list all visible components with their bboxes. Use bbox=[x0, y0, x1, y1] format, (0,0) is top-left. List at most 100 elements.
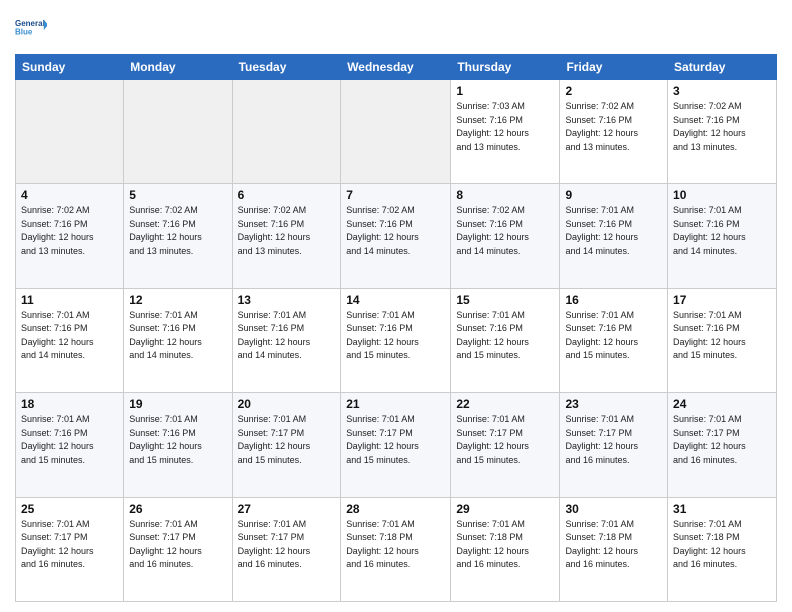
week-row-2: 4 Sunrise: 7:02 AM Sunset: 7:16 PM Daylig… bbox=[16, 184, 777, 288]
day-number: 31 bbox=[673, 502, 771, 516]
calendar-cell: 7 Sunrise: 7:02 AM Sunset: 7:16 PM Daylig… bbox=[341, 184, 451, 288]
day-number: 10 bbox=[673, 188, 771, 202]
day-info: Sunrise: 7:01 AM Sunset: 7:18 PM Dayligh… bbox=[346, 518, 445, 572]
day-number: 23 bbox=[565, 397, 662, 411]
calendar-cell: 28 Sunrise: 7:01 AM Sunset: 7:18 PM Dayli… bbox=[341, 497, 451, 601]
header-tuesday: Tuesday bbox=[232, 55, 341, 80]
calendar-cell: 30 Sunrise: 7:01 AM Sunset: 7:18 PM Dayli… bbox=[560, 497, 668, 601]
day-number: 24 bbox=[673, 397, 771, 411]
day-number: 18 bbox=[21, 397, 118, 411]
calendar-cell: 23 Sunrise: 7:01 AM Sunset: 7:17 PM Dayli… bbox=[560, 393, 668, 497]
day-number: 19 bbox=[129, 397, 226, 411]
header: General Blue bbox=[15, 10, 777, 46]
calendar-cell: 26 Sunrise: 7:01 AM Sunset: 7:17 PM Dayli… bbox=[124, 497, 232, 601]
header-monday: Monday bbox=[124, 55, 232, 80]
day-number: 17 bbox=[673, 293, 771, 307]
day-number: 27 bbox=[238, 502, 336, 516]
calendar-cell: 13 Sunrise: 7:01 AM Sunset: 7:16 PM Dayli… bbox=[232, 288, 341, 392]
day-number: 28 bbox=[346, 502, 445, 516]
calendar-cell: 6 Sunrise: 7:02 AM Sunset: 7:16 PM Daylig… bbox=[232, 184, 341, 288]
day-info: Sunrise: 7:01 AM Sunset: 7:18 PM Dayligh… bbox=[565, 518, 662, 572]
day-info: Sunrise: 7:01 AM Sunset: 7:16 PM Dayligh… bbox=[21, 413, 118, 467]
day-info: Sunrise: 7:02 AM Sunset: 7:16 PM Dayligh… bbox=[346, 204, 445, 258]
calendar-cell: 10 Sunrise: 7:01 AM Sunset: 7:16 PM Dayli… bbox=[668, 184, 777, 288]
day-number: 25 bbox=[21, 502, 118, 516]
day-info: Sunrise: 7:01 AM Sunset: 7:17 PM Dayligh… bbox=[21, 518, 118, 572]
day-info: Sunrise: 7:01 AM Sunset: 7:16 PM Dayligh… bbox=[565, 309, 662, 363]
day-info: Sunrise: 7:01 AM Sunset: 7:17 PM Dayligh… bbox=[456, 413, 554, 467]
calendar-cell: 25 Sunrise: 7:01 AM Sunset: 7:17 PM Dayli… bbox=[16, 497, 124, 601]
calendar-table: SundayMondayTuesdayWednesdayThursdayFrid… bbox=[15, 54, 777, 602]
day-number: 2 bbox=[565, 84, 662, 98]
day-info: Sunrise: 7:01 AM Sunset: 7:16 PM Dayligh… bbox=[346, 309, 445, 363]
day-info: Sunrise: 7:02 AM Sunset: 7:16 PM Dayligh… bbox=[456, 204, 554, 258]
header-friday: Friday bbox=[560, 55, 668, 80]
svg-text:Blue: Blue bbox=[15, 27, 33, 36]
day-number: 11 bbox=[21, 293, 118, 307]
week-row-1: 1 Sunrise: 7:03 AM Sunset: 7:16 PM Daylig… bbox=[16, 80, 777, 184]
svg-text:General: General bbox=[15, 19, 45, 28]
day-number: 29 bbox=[456, 502, 554, 516]
day-number: 6 bbox=[238, 188, 336, 202]
day-number: 22 bbox=[456, 397, 554, 411]
calendar-cell: 5 Sunrise: 7:02 AM Sunset: 7:16 PM Daylig… bbox=[124, 184, 232, 288]
header-saturday: Saturday bbox=[668, 55, 777, 80]
day-info: Sunrise: 7:01 AM Sunset: 7:16 PM Dayligh… bbox=[238, 309, 336, 363]
day-number: 20 bbox=[238, 397, 336, 411]
day-number: 30 bbox=[565, 502, 662, 516]
day-info: Sunrise: 7:03 AM Sunset: 7:16 PM Dayligh… bbox=[456, 100, 554, 154]
day-info: Sunrise: 7:02 AM Sunset: 7:16 PM Dayligh… bbox=[565, 100, 662, 154]
calendar-cell bbox=[124, 80, 232, 184]
week-row-5: 25 Sunrise: 7:01 AM Sunset: 7:17 PM Dayli… bbox=[16, 497, 777, 601]
calendar-cell: 21Sunrise: 7:01 AM Sunset: 7:17 PM Dayli… bbox=[341, 393, 451, 497]
day-number: 7 bbox=[346, 188, 445, 202]
calendar-cell bbox=[16, 80, 124, 184]
header-wednesday: Wednesday bbox=[341, 55, 451, 80]
calendar-cell: 20Sunrise: 7:01 AM Sunset: 7:17 PM Dayli… bbox=[232, 393, 341, 497]
calendar-cell: 14Sunrise: 7:01 AM Sunset: 7:16 PM Dayli… bbox=[341, 288, 451, 392]
header-sunday: Sunday bbox=[16, 55, 124, 80]
calendar-cell: 19 Sunrise: 7:01 AM Sunset: 7:16 PM Dayli… bbox=[124, 393, 232, 497]
day-number: 16 bbox=[565, 293, 662, 307]
day-info: Sunrise: 7:01 AM Sunset: 7:16 PM Dayligh… bbox=[129, 309, 226, 363]
day-info: Sunrise: 7:01 AM Sunset: 7:16 PM Dayligh… bbox=[129, 413, 226, 467]
day-info: Sunrise: 7:01 AM Sunset: 7:17 PM Dayligh… bbox=[673, 413, 771, 467]
day-number: 9 bbox=[565, 188, 662, 202]
calendar-cell bbox=[341, 80, 451, 184]
day-info: Sunrise: 7:01 AM Sunset: 7:17 PM Dayligh… bbox=[129, 518, 226, 572]
calendar-cell: 29 Sunrise: 7:01 AM Sunset: 7:18 PM Dayli… bbox=[451, 497, 560, 601]
calendar-cell: 18 Sunrise: 7:01 AM Sunset: 7:16 PM Dayli… bbox=[16, 393, 124, 497]
day-number: 4 bbox=[21, 188, 118, 202]
day-info: Sunrise: 7:02 AM Sunset: 7:16 PM Dayligh… bbox=[21, 204, 118, 258]
day-number: 13 bbox=[238, 293, 336, 307]
day-info: Sunrise: 7:01 AM Sunset: 7:16 PM Dayligh… bbox=[456, 309, 554, 363]
calendar-cell: 17 Sunrise: 7:01 AM Sunset: 7:16 PM Dayli… bbox=[668, 288, 777, 392]
day-number: 1 bbox=[456, 84, 554, 98]
day-number: 26 bbox=[129, 502, 226, 516]
day-info: Sunrise: 7:02 AM Sunset: 7:16 PM Dayligh… bbox=[238, 204, 336, 258]
day-info: Sunrise: 7:01 AM Sunset: 7:18 PM Dayligh… bbox=[456, 518, 554, 572]
calendar-cell: 22 Sunrise: 7:01 AM Sunset: 7:17 PM Dayli… bbox=[451, 393, 560, 497]
calendar-cell: 31Sunrise: 7:01 AM Sunset: 7:18 PM Dayli… bbox=[668, 497, 777, 601]
day-info: Sunrise: 7:02 AM Sunset: 7:16 PM Dayligh… bbox=[129, 204, 226, 258]
day-info: Sunrise: 7:01 AM Sunset: 7:16 PM Dayligh… bbox=[673, 204, 771, 258]
calendar-cell: 1 Sunrise: 7:03 AM Sunset: 7:16 PM Daylig… bbox=[451, 80, 560, 184]
day-info: Sunrise: 7:02 AM Sunset: 7:16 PM Dayligh… bbox=[673, 100, 771, 154]
day-number: 5 bbox=[129, 188, 226, 202]
day-number: 15 bbox=[456, 293, 554, 307]
calendar-cell: 2 Sunrise: 7:02 AM Sunset: 7:16 PM Daylig… bbox=[560, 80, 668, 184]
day-info: Sunrise: 7:01 AM Sunset: 7:16 PM Dayligh… bbox=[673, 309, 771, 363]
day-number: 8 bbox=[456, 188, 554, 202]
header-row: SundayMondayTuesdayWednesdayThursdayFrid… bbox=[16, 55, 777, 80]
calendar-cell: 3Sunrise: 7:02 AM Sunset: 7:16 PM Daylig… bbox=[668, 80, 777, 184]
calendar-cell: 15 Sunrise: 7:01 AM Sunset: 7:16 PM Dayli… bbox=[451, 288, 560, 392]
calendar-cell bbox=[232, 80, 341, 184]
header-thursday: Thursday bbox=[451, 55, 560, 80]
page: General Blue SundayMondayTuesdayWednesda… bbox=[0, 0, 792, 612]
logo-svg: General Blue bbox=[15, 10, 47, 46]
day-info: Sunrise: 7:01 AM Sunset: 7:17 PM Dayligh… bbox=[346, 413, 445, 467]
day-info: Sunrise: 7:01 AM Sunset: 7:17 PM Dayligh… bbox=[565, 413, 662, 467]
calendar-cell: 24 Sunrise: 7:01 AM Sunset: 7:17 PM Dayli… bbox=[668, 393, 777, 497]
logo: General Blue bbox=[15, 10, 47, 46]
calendar-cell: 4 Sunrise: 7:02 AM Sunset: 7:16 PM Daylig… bbox=[16, 184, 124, 288]
